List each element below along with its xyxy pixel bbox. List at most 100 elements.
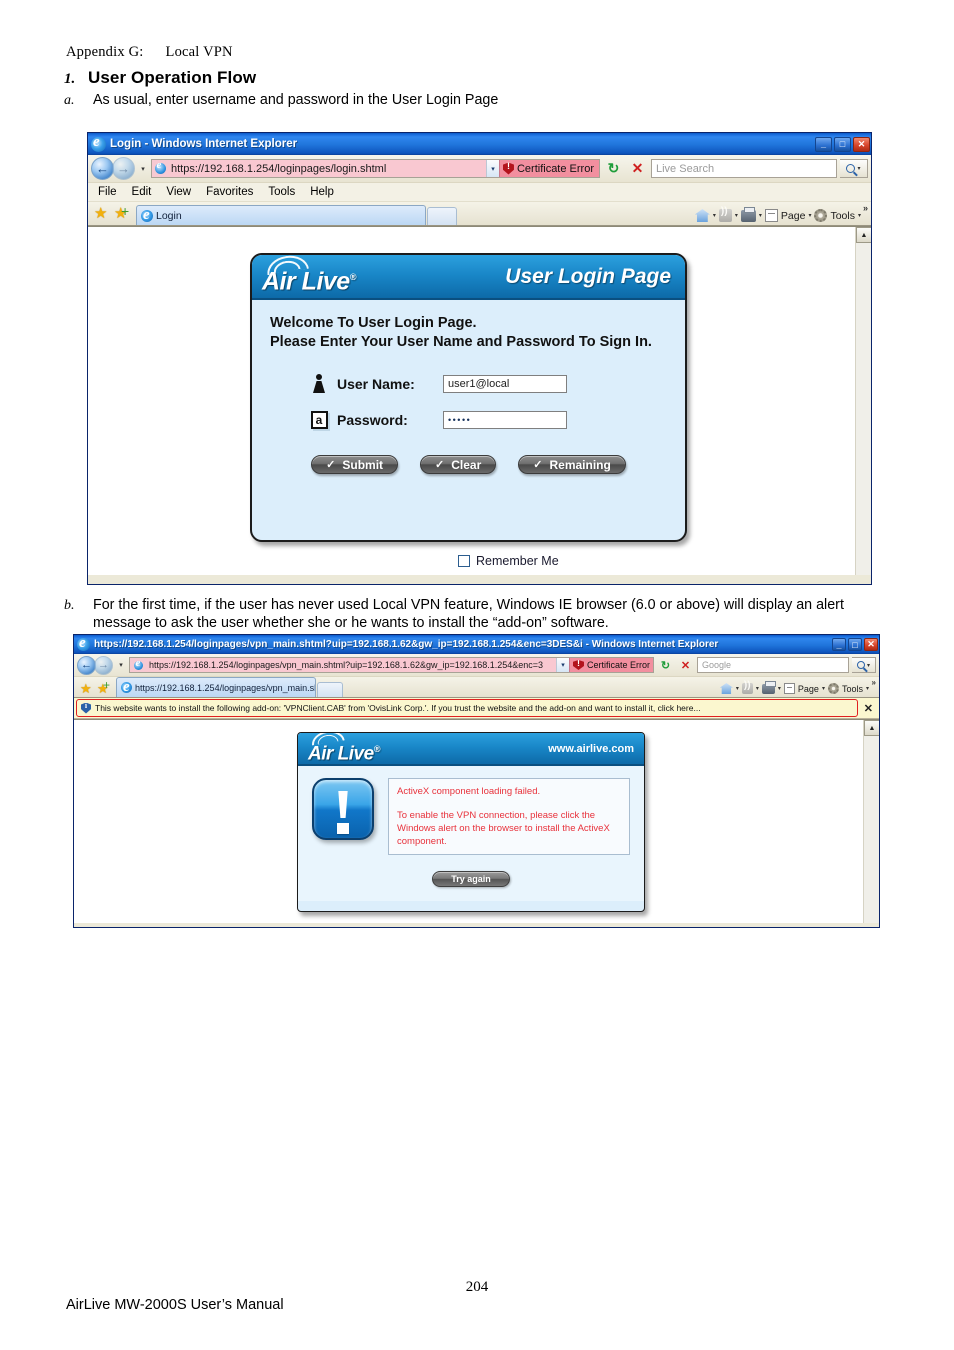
address-dropdown-icon[interactable]: ▾ [485, 160, 499, 177]
toolbar-overflow-icon[interactable]: » [872, 678, 876, 687]
activex-error-line-2: To enable the VPN connection, please cli… [397, 810, 610, 847]
print-dropdown-icon[interactable]: ▾ [759, 212, 762, 219]
information-bar-container: This website wants to install the follow… [74, 698, 879, 719]
password-field-row: a Password: ••••• [308, 411, 685, 429]
browser-tab-vpn[interactable]: https://192.168.1.254/loginpages/vpn_mai… [116, 677, 316, 697]
search-input[interactable]: Live Search [651, 159, 837, 178]
information-bar-close-icon[interactable]: ✕ [860, 702, 879, 715]
page-number: 204 [465, 1279, 489, 1295]
certificate-error-badge[interactable]: Certificate Error [498, 160, 599, 177]
scroll-up-button[interactable]: ▲ [856, 227, 871, 243]
new-tab-button[interactable] [317, 682, 343, 697]
vertical-scrollbar[interactable]: ▲ [855, 227, 871, 575]
airlive-logo: Air Live® [262, 255, 356, 295]
new-tab-button[interactable] [427, 207, 457, 225]
home-icon[interactable] [694, 209, 710, 222]
appendix-header: Appendix G: Local VPN [66, 44, 233, 61]
password-label: Password: [337, 412, 408, 428]
password-input[interactable]: ••••• [443, 411, 567, 429]
home-dropdown-icon[interactable]: ▾ [736, 685, 739, 692]
remaining-button[interactable]: ✓ Remaining [518, 455, 626, 474]
forward-button[interactable]: → [112, 157, 135, 180]
refresh-icon[interactable]: ↻ [657, 657, 674, 674]
clear-button[interactable]: ✓ Clear [420, 455, 497, 474]
close-button[interactable]: ✕ [853, 136, 870, 152]
page-menu-label[interactable]: Page [798, 684, 819, 694]
certificate-error-badge[interactable]: Certificate Error [568, 658, 653, 672]
menu-item-view[interactable]: View [166, 186, 191, 198]
window-controls: _ □ ✕ [815, 136, 870, 152]
page-menu-icon[interactable] [783, 683, 795, 694]
navigation-toolbar: ← → ▾ https://192.168.1.254/loginpages/v… [74, 654, 879, 677]
menu-item-help[interactable]: Help [310, 186, 334, 198]
page-dropdown-icon[interactable]: ▾ [808, 212, 811, 219]
address-dropdown-icon[interactable]: ▾ [555, 658, 569, 672]
address-bar-url[interactable]: https://192.168.1.254/loginpages/vpn_mai… [146, 658, 556, 672]
tools-dropdown-icon[interactable]: ▾ [866, 685, 869, 692]
menu-item-tools[interactable]: Tools [268, 186, 295, 198]
print-dropdown-icon[interactable]: ▾ [778, 685, 781, 692]
back-button[interactable]: ← [91, 157, 114, 180]
title-bar[interactable]: https://192.168.1.254/loginpages/vpn_mai… [74, 635, 879, 654]
feeds-icon[interactable] [718, 206, 732, 222]
tools-menu-label[interactable]: Tools [842, 684, 863, 694]
address-bar-url[interactable]: https://192.168.1.254/loginpages/login.s… [168, 160, 486, 177]
maximize-button[interactable]: □ [834, 136, 851, 152]
title-bar[interactable]: Login - Windows Internet Explorer _ □ ✕ [88, 133, 871, 155]
menu-item-edit[interactable]: Edit [132, 186, 152, 198]
address-bar[interactable]: https://192.168.1.254/loginpages/login.s… [151, 159, 600, 178]
maximize-button[interactable]: □ [848, 638, 862, 651]
tools-dropdown-icon[interactable]: ▾ [858, 212, 861, 219]
favorites-center-icon[interactable]: ★ [80, 680, 94, 696]
list-item-b-text: For the first time, if the user has neve… [93, 597, 844, 631]
panel-body: ActiveX component loading failed. To ena… [298, 766, 644, 901]
search-input[interactable]: Google [697, 657, 849, 673]
information-bar[interactable]: This website wants to install the follow… [76, 699, 858, 717]
check-icon: ✓ [326, 459, 336, 471]
search-dropdown-icon[interactable]: ▾ [857, 165, 860, 172]
minimize-button[interactable]: _ [815, 136, 832, 152]
menu-item-file[interactable]: File [98, 186, 117, 198]
home-icon[interactable] [719, 683, 733, 694]
feeds-icon[interactable] [741, 680, 753, 694]
feeds-dropdown-icon[interactable]: ▾ [735, 212, 738, 219]
page-dropdown-icon[interactable]: ▾ [822, 685, 825, 692]
menu-bar: File Edit View Favorites Tools Help [88, 183, 871, 202]
page-menu-icon[interactable] [764, 209, 778, 222]
page-menu-label[interactable]: Page [781, 210, 806, 222]
add-to-favorites-icon[interactable]: ★ + [114, 204, 131, 222]
stop-icon[interactable]: ✕ [627, 158, 648, 179]
toolbar-overflow-icon[interactable]: » [863, 203, 868, 213]
search-button[interactable]: ▾ [840, 159, 868, 178]
forward-button[interactable]: → [94, 655, 113, 675]
browser-window-vpn: https://192.168.1.254/loginpages/vpn_mai… [73, 634, 880, 928]
tools-menu-label[interactable]: Tools [830, 210, 855, 222]
menu-item-favorites[interactable]: Favorites [206, 186, 253, 198]
add-to-favorites-icon[interactable]: ★ + [97, 678, 111, 696]
address-bar[interactable]: https://192.168.1.254/loginpages/vpn_mai… [129, 657, 654, 673]
home-dropdown-icon[interactable]: ▾ [713, 212, 716, 219]
remember-me-checkbox[interactable] [458, 555, 470, 567]
print-icon[interactable] [761, 680, 776, 694]
search-button[interactable]: ▾ [852, 657, 876, 673]
refresh-icon[interactable]: ↻ [603, 158, 624, 179]
vertical-scrollbar[interactable]: ▲ [863, 720, 879, 923]
history-dropdown-icon[interactable]: ▾ [116, 661, 126, 669]
stop-icon[interactable]: ✕ [677, 657, 694, 674]
submit-button[interactable]: ✓ Submit [311, 455, 399, 474]
search-dropdown-icon[interactable]: ▾ [867, 662, 870, 669]
username-input[interactable]: user1@local [443, 374, 567, 393]
browser-tab-login[interactable]: Login [136, 205, 426, 225]
feeds-dropdown-icon[interactable]: ▾ [756, 685, 759, 692]
minimize-button[interactable]: _ [832, 638, 846, 651]
gear-icon[interactable] [827, 683, 839, 694]
print-icon[interactable] [740, 206, 756, 222]
close-button[interactable]: ✕ [864, 638, 878, 651]
history-dropdown-icon[interactable]: ▾ [138, 165, 148, 173]
window-title: Login - Windows Internet Explorer [110, 138, 298, 150]
try-again-button[interactable]: Try again [432, 871, 510, 887]
gear-icon[interactable] [814, 209, 828, 222]
favorites-center-icon[interactable]: ★ [94, 205, 111, 222]
scroll-up-button[interactable]: ▲ [864, 720, 879, 736]
section-heading: 1. User Operation Flow [64, 68, 256, 88]
